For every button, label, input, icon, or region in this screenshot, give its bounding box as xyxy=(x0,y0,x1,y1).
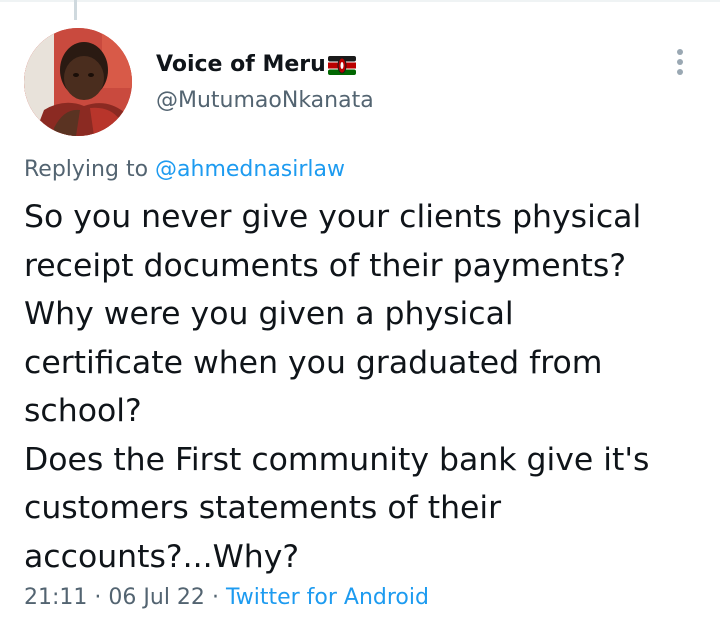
tweet-date[interactable]: 06 Jul 22 xyxy=(108,585,205,610)
avatar-photo xyxy=(24,28,132,136)
author-handle[interactable]: @MutumaoNkanata xyxy=(156,88,374,113)
thread-connector-line xyxy=(74,0,77,20)
tweet-source-link[interactable]: Twitter for Android xyxy=(226,585,429,610)
tweet-text-line: receipt documents of their payments? xyxy=(24,247,627,284)
tweet-metadata: 21:11 · 06 Jul 22 · Twitter for Android xyxy=(24,585,429,610)
reply-prefix: Replying to xyxy=(24,157,149,182)
tweet-text-line: school? xyxy=(24,393,142,429)
more-dot xyxy=(677,59,683,65)
tweet-text-line: So you never give your clients physical xyxy=(24,199,642,235)
tweet-text-line: Does the First community bank give it's xyxy=(24,441,650,478)
tweet-time[interactable]: 21:11 xyxy=(24,585,87,610)
author-name-row[interactable]: Voice of Meru xyxy=(156,46,356,82)
more-dot xyxy=(677,69,683,75)
tweet-text-line: accounts?...Why? xyxy=(24,538,300,575)
tweet-text-line: Why were you given a physical xyxy=(24,296,514,332)
tweet-body: So you never give your clients physical … xyxy=(24,193,704,581)
meta-separator: · xyxy=(211,585,219,610)
avatar[interactable] xyxy=(24,28,132,136)
tweet-text-line: certificate when you graduated from xyxy=(24,344,603,381)
author-display-name[interactable]: Voice of Meru xyxy=(156,52,326,77)
kenya-flag-icon xyxy=(327,55,356,75)
more-dot xyxy=(677,49,683,55)
tweet-text-line: customers statements of their xyxy=(24,490,502,526)
top-divider xyxy=(0,0,720,2)
more-options-icon[interactable] xyxy=(664,44,696,80)
reply-context: Replying to @ahmednasirlaw xyxy=(24,157,345,182)
meta-separator: · xyxy=(94,585,102,610)
reply-target-link[interactable]: @ahmednasirlaw xyxy=(155,157,345,182)
